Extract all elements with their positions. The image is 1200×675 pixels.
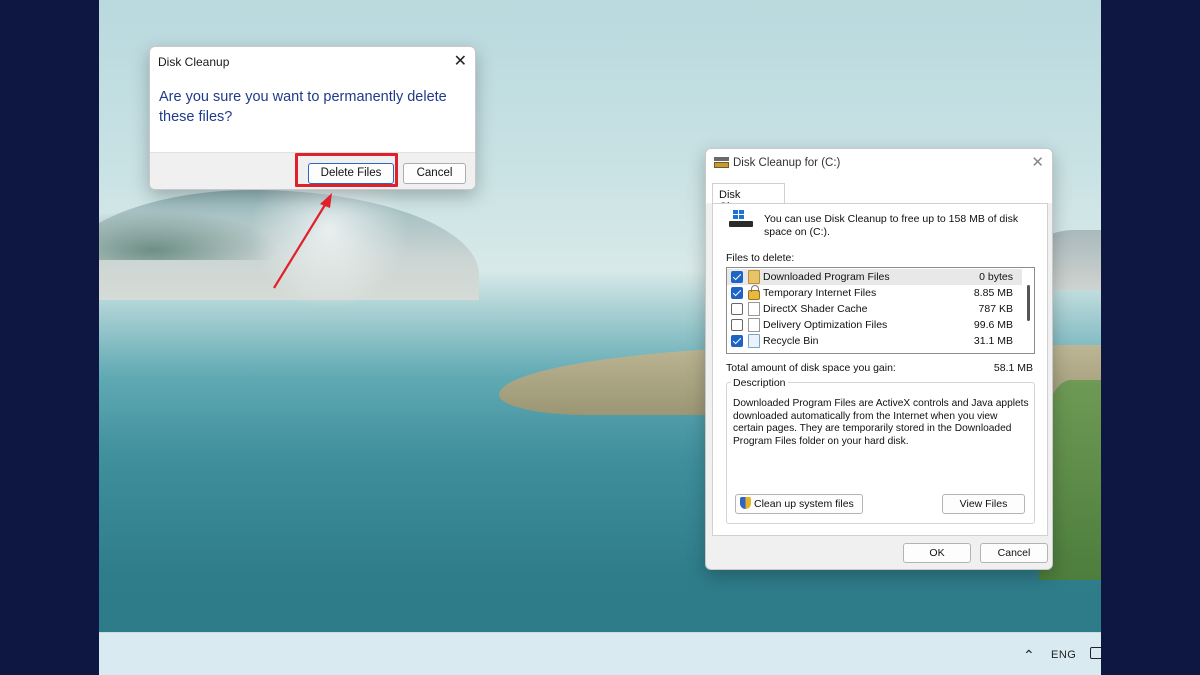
description-legend: Description (731, 377, 788, 389)
disk-cleanup-panel: You can use Disk Cleanup to free up to 1… (712, 203, 1048, 536)
clean-up-system-files-label: Clean up system files (754, 498, 854, 510)
close-icon[interactable]: ✕ (1031, 153, 1044, 171)
network-monitor-icon[interactable] (1090, 647, 1101, 659)
annotation-arrow (273, 193, 332, 289)
confirm-cancel-button[interactable]: Cancel (403, 163, 466, 184)
drive-icon (727, 210, 755, 228)
checkbox[interactable] (731, 335, 743, 347)
cancel-button[interactable]: Cancel (980, 543, 1048, 563)
files-to-delete-list[interactable]: Downloaded Program Files 0 bytes Tempora… (726, 267, 1035, 354)
taskbar: ⌃ ENG (99, 632, 1101, 675)
lock-icon (748, 285, 760, 300)
checkbox[interactable] (731, 303, 743, 315)
disk-cleanup-title: Disk Cleanup for (C:) (733, 157, 841, 169)
tab-disk-cleanup[interactable]: Disk Cleanup (712, 183, 785, 213)
file-row-downloaded-program-files[interactable]: Downloaded Program Files 0 bytes (727, 269, 1023, 285)
show-hidden-icons-chevron-icon[interactable]: ⌃ (1023, 647, 1035, 664)
total-space-value: 58.1 MB (993, 362, 1033, 374)
file-row-temporary-internet-files[interactable]: Temporary Internet Files 8.85 MB (727, 285, 1023, 301)
delete-files-highlight-box (295, 153, 398, 187)
language-indicator[interactable]: ENG (1051, 649, 1076, 661)
page-icon (748, 302, 760, 316)
file-row-recycle-bin[interactable]: Recycle Bin 31.1 MB (727, 333, 1023, 349)
recycle-bin-icon (748, 334, 760, 348)
file-row-directx-shader-cache[interactable]: DirectX Shader Cache 787 KB (727, 301, 1023, 317)
checkbox[interactable] (731, 319, 743, 331)
confirm-dialog-title: Disk Cleanup (158, 55, 230, 69)
close-icon[interactable]: ✕ (454, 51, 467, 71)
file-row-delivery-optimization-files[interactable]: Delivery Optimization Files 99.6 MB (727, 317, 1023, 333)
disk-cleanup-window: Disk Cleanup for (C:) ✕ Disk Cleanup You… (705, 148, 1053, 570)
disk-cleanup-info: You can use Disk Cleanup to free up to 1… (764, 213, 1019, 238)
checkbox[interactable] (731, 271, 743, 283)
uac-shield-icon (740, 497, 751, 509)
confirm-message: Are you sure you want to permanently del… (159, 89, 447, 125)
folder-icon (748, 270, 760, 284)
page-icon (748, 318, 760, 332)
disk-cleanup-titlebar: Disk Cleanup for (C:) ✕ (706, 149, 1052, 179)
total-space-label: Total amount of disk space you gain: (726, 362, 896, 374)
files-to-delete-label: Files to delete: (726, 252, 795, 264)
checkbox[interactable] (731, 287, 743, 299)
clean-up-system-files-button[interactable]: Clean up system files (735, 494, 863, 514)
view-files-button[interactable]: View Files (942, 494, 1025, 514)
list-scrollbar[interactable] (1022, 268, 1034, 353)
scrollbar-thumb[interactable] (1027, 285, 1030, 321)
disk-cleanup-app-icon (714, 157, 729, 169)
ok-button[interactable]: OK (903, 543, 971, 563)
description-text: Downloaded Program Files are ActiveX con… (733, 398, 1029, 447)
